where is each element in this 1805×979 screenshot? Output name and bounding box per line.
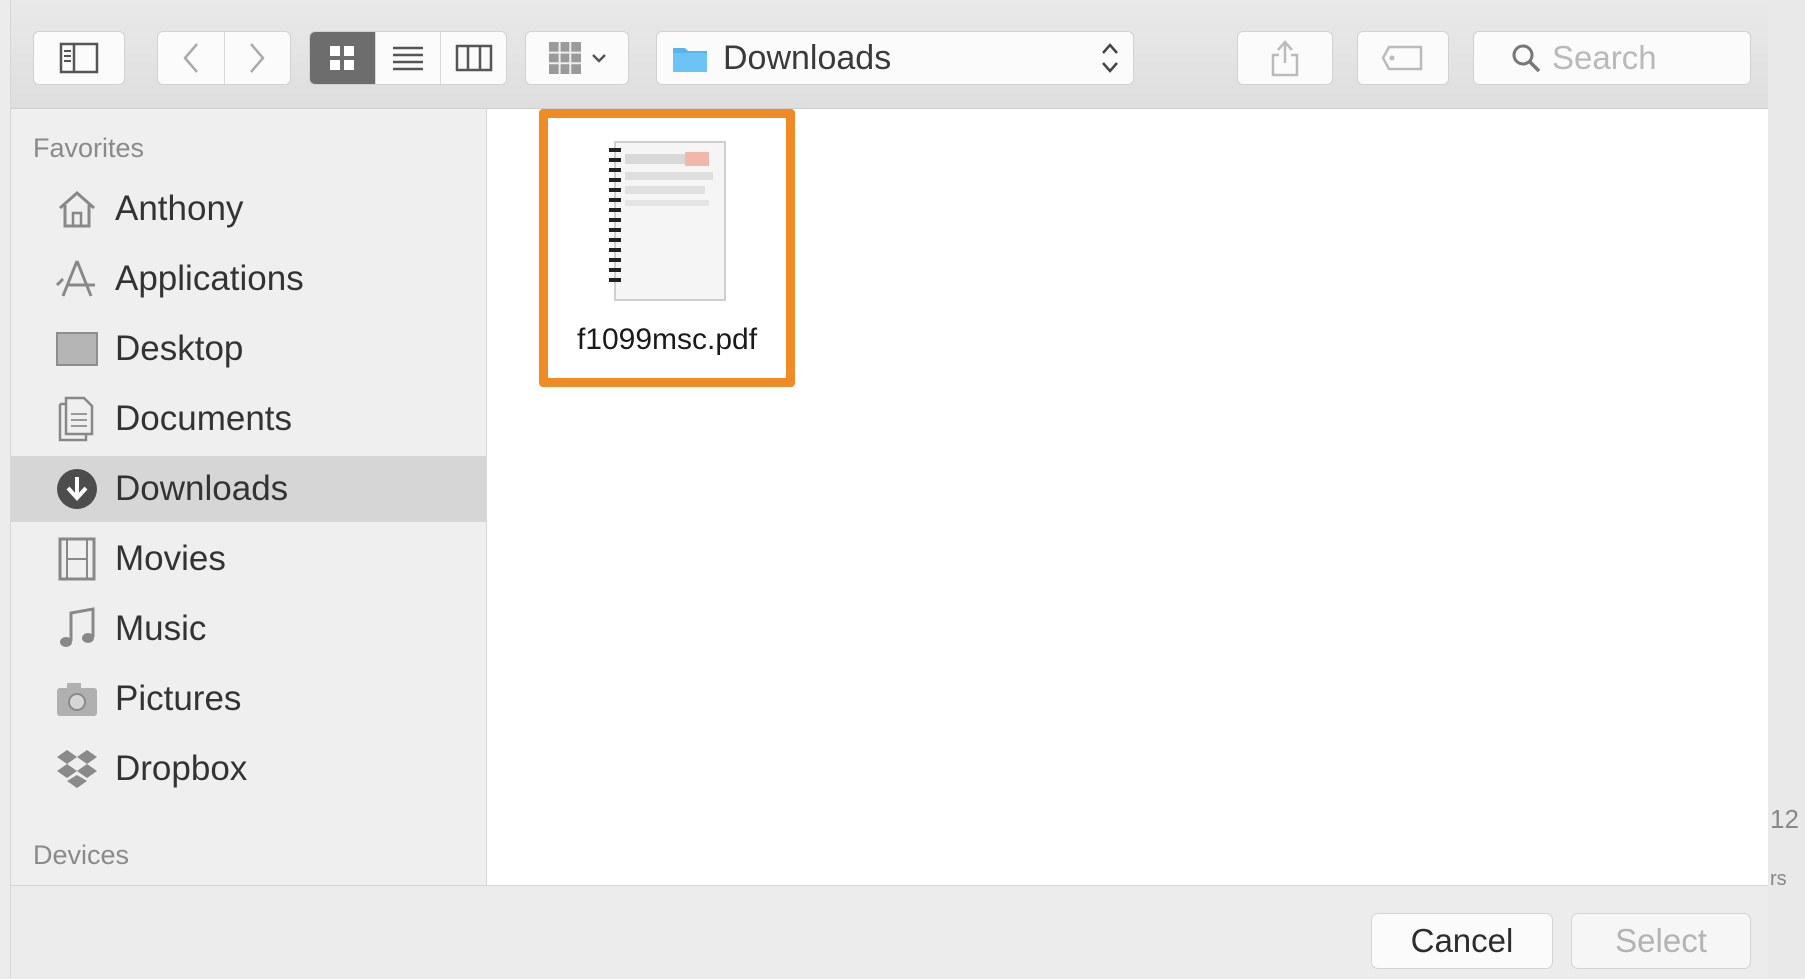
toolbar: Downloads Search bbox=[11, 0, 1769, 109]
list-icon bbox=[393, 46, 423, 71]
dialog-button-bar: Cancel Select bbox=[11, 885, 1769, 979]
search-placeholder: Search bbox=[1552, 39, 1657, 76]
column-view-button[interactable] bbox=[441, 32, 506, 84]
file-browser-area: f1099msc.pdf bbox=[487, 109, 1769, 885]
view-mode-control bbox=[309, 31, 507, 85]
sidebar-item-desktop[interactable]: Desktop bbox=[11, 316, 486, 382]
columns-icon bbox=[455, 44, 492, 72]
sidebar-item-label: Downloads bbox=[115, 469, 289, 508]
location-popup[interactable]: Downloads bbox=[656, 31, 1134, 85]
file-name: f1099msc.pdf bbox=[576, 323, 758, 356]
sidebar-toggle-icon bbox=[59, 42, 99, 74]
pictures-icon bbox=[55, 677, 99, 721]
back-button[interactable] bbox=[158, 32, 225, 84]
sidebar-item-pictures[interactable]: Pictures bbox=[11, 666, 486, 732]
chevron-left-icon bbox=[183, 43, 198, 73]
sidebar-item-dropbox[interactable]: Dropbox bbox=[11, 736, 486, 802]
select-button[interactable]: Select bbox=[1571, 913, 1751, 969]
sidebar-item-label: Desktop bbox=[115, 329, 244, 368]
share-button[interactable] bbox=[1237, 31, 1333, 85]
documents-icon bbox=[55, 396, 99, 442]
favorites-header: Favorites bbox=[33, 133, 145, 163]
sidebar-item-anthony[interactable]: Anthony bbox=[11, 176, 486, 242]
applications-icon bbox=[55, 257, 99, 301]
sidebar-item-label: Applications bbox=[115, 259, 304, 298]
grid-icon bbox=[330, 46, 355, 70]
tag-button[interactable] bbox=[1357, 31, 1449, 85]
chevron-down-icon bbox=[592, 54, 606, 63]
search-icon bbox=[1512, 44, 1541, 73]
icon-view-button[interactable] bbox=[310, 32, 376, 84]
sidebar-item-movies[interactable]: Movies bbox=[11, 526, 486, 592]
sidebar: Favorites Anthony Applications Desktop D… bbox=[11, 109, 487, 885]
folder-icon bbox=[673, 48, 707, 72]
chevron-right-icon bbox=[250, 43, 265, 73]
edge-fragment: rs bbox=[1770, 868, 1787, 890]
back-forward-control bbox=[157, 31, 291, 85]
music-icon bbox=[55, 607, 99, 651]
sidebar-item-documents[interactable]: Documents bbox=[11, 386, 486, 452]
sidebar-item-label: Music bbox=[115, 609, 207, 648]
sidebar-item-label: Dropbox bbox=[115, 749, 248, 788]
desktop-icon bbox=[55, 327, 99, 371]
sidebar-item-applications[interactable]: Applications bbox=[11, 246, 486, 312]
list-view-button[interactable] bbox=[376, 32, 442, 84]
file-item[interactable]: f1099msc.pdf bbox=[539, 109, 795, 387]
sidebar-item-music[interactable]: Music bbox=[11, 596, 486, 662]
arrange-button[interactable] bbox=[525, 31, 629, 85]
sidebar-item-label: Pictures bbox=[115, 679, 242, 718]
pdf-document-icon bbox=[609, 141, 726, 301]
background-window-edge: 12 rs bbox=[1768, 0, 1805, 978]
downloads-icon bbox=[55, 467, 99, 511]
home-icon bbox=[55, 187, 99, 231]
up-down-arrows-icon bbox=[1102, 43, 1118, 73]
sidebar-item-downloads[interactable]: Downloads bbox=[11, 456, 486, 522]
edge-fragment: 12 bbox=[1770, 804, 1799, 834]
sidebar-toggle-button[interactable] bbox=[33, 31, 125, 85]
tag-icon bbox=[1381, 45, 1423, 71]
location-label: Downloads bbox=[723, 38, 892, 77]
share-icon bbox=[1271, 40, 1299, 77]
cancel-button[interactable]: Cancel bbox=[1371, 913, 1553, 969]
sidebar-item-label: Movies bbox=[115, 539, 226, 578]
sidebar-item-label: Anthony bbox=[115, 189, 244, 228]
devices-header: Devices bbox=[33, 840, 130, 870]
dropbox-icon bbox=[55, 747, 99, 791]
arrange-grid-icon bbox=[549, 42, 581, 74]
movies-icon bbox=[55, 537, 99, 581]
search-field[interactable]: Search bbox=[1473, 31, 1751, 85]
file-open-dialog: Downloads Search Favorites Anthony Appli… bbox=[10, 0, 1770, 979]
sidebar-item-label: Documents bbox=[115, 399, 293, 438]
forward-button[interactable] bbox=[225, 32, 291, 84]
